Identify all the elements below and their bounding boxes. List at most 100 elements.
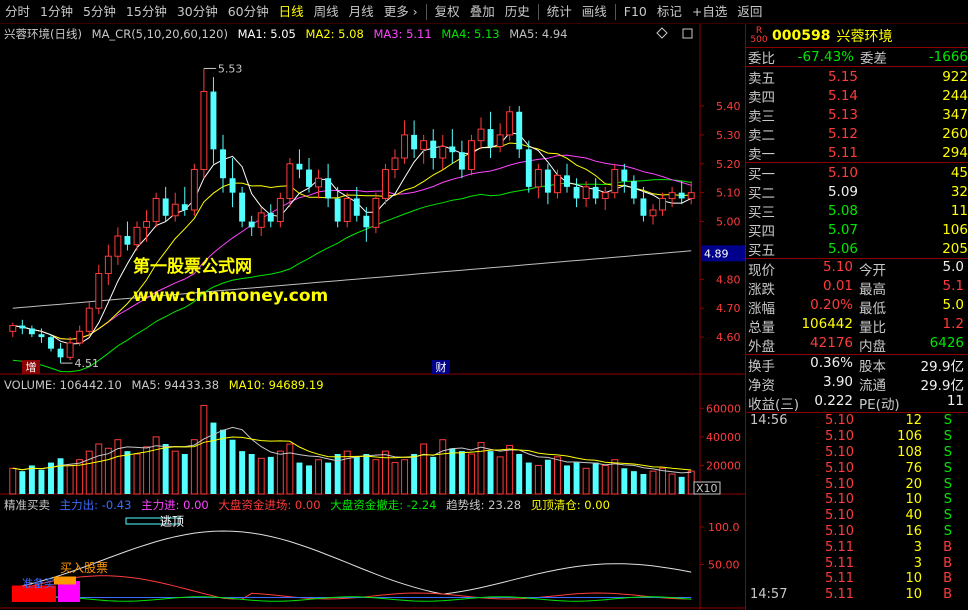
top-label: 逃顶 xyxy=(160,515,184,529)
bid-row[interactable]: 买一 5.10 45 xyxy=(746,163,968,183)
weibi-value: -67.43% xyxy=(797,49,854,65)
tick-list[interactable]: 14:56 5.10 12 S 5.10 106 S 5.10 108 S 5.10 76 S 5.10 2… xyxy=(746,413,968,603)
tick-volume: 10 xyxy=(905,571,922,587)
bid-row[interactable]: 买四 5.07 106 xyxy=(746,220,968,240)
bid-row[interactable]: 买二 5.09 32 xyxy=(746,182,968,202)
tick-volume: 76 xyxy=(905,460,922,476)
ma1-value: MA1: 5.05 xyxy=(237,27,296,41)
ask-price: 5.14 xyxy=(827,87,858,104)
volume-bar xyxy=(553,456,561,495)
ask-row[interactable]: 卖一 5.11 294 xyxy=(746,143,968,163)
candle-body xyxy=(477,128,485,142)
bid-row[interactable]: 买五 5.06 205 xyxy=(746,239,968,259)
toolbar-btn-3[interactable]: 15分钟 xyxy=(121,1,172,23)
toolbar-btn-13[interactable]: 统计 xyxy=(542,1,577,23)
toolbar-btn-18[interactable]: 返回 xyxy=(732,1,767,23)
stat-row: 换手 0.36% 股本 29.9亿 xyxy=(746,355,968,375)
candle-body xyxy=(516,111,523,150)
stat-row: 外盘 42176 内盘 6426 xyxy=(746,335,968,355)
stat-row: 现价 5.10 今开 5.0 xyxy=(746,259,968,279)
toolbar-btn-14[interactable]: 画线 xyxy=(577,1,612,23)
ready-label: 准备买 xyxy=(22,576,55,590)
toolbar-btn-6[interactable]: 日线 xyxy=(274,1,309,23)
dapan-jin: 大盘资金进场: 0.00 xyxy=(218,498,321,512)
tick-row: 5.11 3 B xyxy=(746,539,968,555)
volume-bar xyxy=(315,459,323,495)
candle-body xyxy=(430,140,437,158)
tick-row: 14:57 5.11 10 B xyxy=(746,587,968,603)
tick-price: 5.10 xyxy=(825,508,854,524)
tick-side: S xyxy=(943,413,952,429)
candle-body xyxy=(553,174,561,194)
tick-side: S xyxy=(943,476,952,492)
stat-label: PE(动) xyxy=(859,396,900,413)
stat-value: 0.222 xyxy=(814,392,853,409)
toolbar-btn-2[interactable]: 5分钟 xyxy=(78,1,121,23)
toolbar-btn-7[interactable]: 周线 xyxy=(309,1,344,23)
toolbar-btn-9[interactable]: 更多 › xyxy=(379,1,423,23)
volume-bar xyxy=(133,453,141,495)
price-axis-label: 4.60 xyxy=(716,331,741,344)
tick-price: 5.10 xyxy=(825,460,854,476)
candle-body xyxy=(449,146,456,153)
candle-body xyxy=(114,235,122,257)
volume-axis-label: 60000 xyxy=(706,402,741,415)
ask-row[interactable]: 卖四 5.14 244 xyxy=(746,86,968,106)
candle-body xyxy=(9,325,17,332)
stat-cell: 最低 5.0 xyxy=(857,297,968,317)
toolbar-btn-17[interactable]: +自选 xyxy=(687,1,732,23)
toolbar-btn-16[interactable]: 标记 xyxy=(652,1,687,23)
toolbar-btn-15[interactable]: F10 xyxy=(619,1,652,23)
volume-bar xyxy=(257,457,265,495)
buy-label: 买入股票 xyxy=(60,561,108,575)
trend-line xyxy=(12,530,692,595)
zhuli-jin: 主力进: 0.00 xyxy=(141,498,209,512)
candle-body xyxy=(85,307,93,332)
tick-side: B xyxy=(943,571,952,587)
price-axis-label: 5.30 xyxy=(716,129,741,142)
kline-chart-svg[interactable]: 5.405.305.205.105.004.904.804.704.605.53… xyxy=(0,24,745,610)
stat-row: 净资 3.90 流通 29.9亿 xyxy=(746,374,968,394)
volume-bar xyxy=(487,451,494,494)
volume-bar xyxy=(534,464,542,495)
volume-bar xyxy=(306,465,312,494)
candle-body xyxy=(649,209,657,217)
candle-body xyxy=(296,163,303,170)
ask-row[interactable]: 卖五 5.15 922 xyxy=(746,67,968,87)
ask-volume: 260 xyxy=(942,125,968,142)
toolbar-btn-0[interactable]: 分时 xyxy=(0,1,35,23)
volume-bar xyxy=(353,456,360,494)
toolbar-btn-12[interactable]: 历史 xyxy=(500,1,535,23)
toolbar-btn-11[interactable]: 叠加 xyxy=(465,1,500,23)
watermark-url: www.chnmoney.com xyxy=(133,286,329,306)
quote-header: R 500 000598 兴蓉环境 xyxy=(746,24,968,48)
stat-cell: 最高 5.1 xyxy=(857,278,968,298)
candle-body xyxy=(564,175,570,187)
jianding: 见顶清仓: 0.00 xyxy=(530,498,610,512)
chart-area[interactable]: 5.405.305.205.105.004.904.804.704.605.53… xyxy=(0,24,745,610)
tick-volume: 10 xyxy=(905,492,922,508)
toolbar-btn-4[interactable]: 30分钟 xyxy=(172,1,223,23)
toolbar-btn-5[interactable]: 60分钟 xyxy=(223,1,274,23)
indicator-formula-name[interactable]: 精准买卖 xyxy=(4,498,50,512)
tick-price: 5.11 xyxy=(825,539,854,555)
ask-volume: 922 xyxy=(942,68,968,85)
toolbar-btn-1[interactable]: 1分钟 xyxy=(35,1,78,23)
bid-row[interactable]: 买三 5.08 11 xyxy=(746,201,968,221)
candle-body xyxy=(190,169,198,211)
watermark-title: 第一股票公式网 xyxy=(133,257,252,277)
ask-row[interactable]: 卖二 5.12 260 xyxy=(746,124,968,144)
tick-price: 5.10 xyxy=(825,492,854,508)
weicha-label: 委差 xyxy=(860,51,887,67)
candle-body xyxy=(286,163,294,199)
stat-cell: 股本 29.9亿 xyxy=(857,355,968,375)
toolbar-btn-8[interactable]: 月线 xyxy=(344,1,379,23)
tick-side: S xyxy=(943,429,952,445)
ask-price: 5.11 xyxy=(827,144,858,161)
indicator-name[interactable]: MA_CR(5,10,20,60,120) xyxy=(92,27,228,41)
toolbar-btn-10[interactable]: 复权 xyxy=(430,1,465,23)
candle-body xyxy=(439,145,447,159)
bid-price: 5.09 xyxy=(827,183,858,200)
tick-side: B xyxy=(943,539,952,555)
ask-row[interactable]: 卖三 5.13 347 xyxy=(746,105,968,125)
